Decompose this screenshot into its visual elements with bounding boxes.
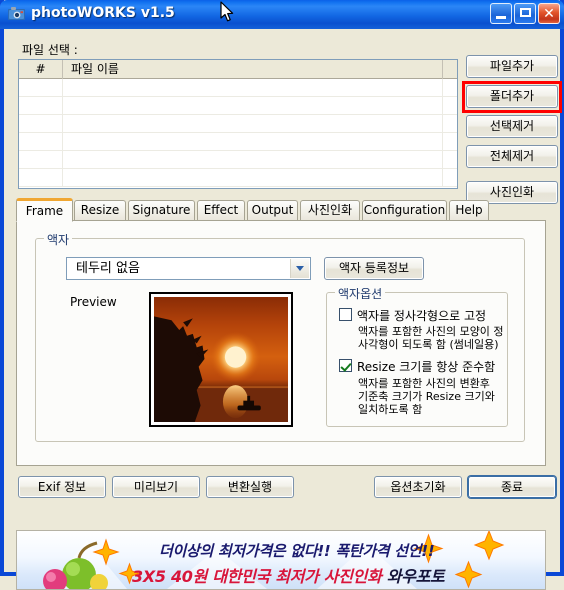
table-row[interactable] xyxy=(19,151,457,169)
remove-selected-button[interactable]: 선택제거 xyxy=(466,115,558,138)
tab-configuration[interactable]: Configuration xyxy=(362,200,447,221)
client-area: 파일 선택 : # 파일 이름 파일추가 폴더추가 선택제거 전체제거 사진인화 xyxy=(4,29,562,590)
table-row[interactable] xyxy=(19,133,457,151)
column-header-filename[interactable]: 파일 이름 xyxy=(63,60,443,79)
banner-line-2-black: 와우포토 xyxy=(386,567,445,586)
application-window: photoWORKS v1.5 ✕ 파일 선택 : # 파일 이름 파일추가 폴… xyxy=(0,0,564,590)
checkbox-unchecked-icon[interactable] xyxy=(339,308,352,321)
tab-effect[interactable]: Effect xyxy=(197,200,245,221)
table-row[interactable] xyxy=(19,97,457,115)
frame-group-title: 액자 xyxy=(44,231,73,248)
table-row[interactable] xyxy=(19,79,457,97)
always-obey-resize-description: 액자를 포함한 사진의 변환후 기준축 크기가 Resize 크기와 일치하도록… xyxy=(358,377,495,416)
tab-bar: Frame Resize Signature Effect Output 사진인… xyxy=(16,198,546,222)
add-file-button[interactable]: 파일추가 xyxy=(466,55,558,78)
camera-icon xyxy=(8,6,25,22)
title-bar[interactable]: photoWORKS v1.5 ✕ xyxy=(0,0,564,29)
remove-all-button[interactable]: 전체제거 xyxy=(466,145,558,168)
chevron-down-icon[interactable] xyxy=(290,259,309,278)
always-obey-resize-checkbox[interactable]: Resize 크기를 항상 준수함 xyxy=(339,358,495,375)
tab-resize[interactable]: Resize xyxy=(74,200,126,221)
tab-signature[interactable]: Signature xyxy=(128,200,195,221)
table-row[interactable] xyxy=(19,169,457,187)
banner-line-2-red: 3X5 40원 대한민국 최저가 사진인화 xyxy=(132,567,382,586)
minimize-button[interactable] xyxy=(490,3,512,24)
checkbox-checked-icon[interactable] xyxy=(339,359,352,372)
tab-output[interactable]: Output xyxy=(247,200,298,221)
window-title: photoWORKS v1.5 xyxy=(31,5,175,21)
close-button[interactable]: ✕ xyxy=(538,3,560,24)
frame-group: 액자 테두리 없음 액자 등록정보 Preview 액자옵션 액자를 정사각형으… xyxy=(35,231,525,442)
preview-photo xyxy=(154,297,288,422)
fix-square-frame-checkbox[interactable]: 액자를 정사각형으로 고정 xyxy=(339,307,486,324)
ad-banner[interactable]: 더이상의 최저가격은 없다!! 폭탄가격 선언!! 3X5 40원 대한민국 최… xyxy=(16,530,546,590)
file-list-header: # 파일 이름 xyxy=(19,60,457,79)
exit-button[interactable]: 종료 xyxy=(468,476,556,498)
exif-info-button[interactable]: Exif 정보 xyxy=(18,476,106,498)
fix-square-frame-description: 액자를 포함한 사진의 모양이 정 사각형이 되도록 함 (썸네일용) xyxy=(358,325,504,351)
highlight-rectangle xyxy=(462,81,562,113)
mouse-cursor xyxy=(220,1,234,26)
fix-square-frame-label: 액자를 정사각형으로 고정 xyxy=(357,309,487,323)
tab-frame[interactable]: Frame xyxy=(16,198,73,222)
frame-options-group-title: 액자옵션 xyxy=(335,285,386,302)
frame-select-value: 테두리 없음 xyxy=(76,261,140,276)
tab-photo-print[interactable]: 사진인화 xyxy=(300,200,360,221)
table-row[interactable] xyxy=(19,115,457,133)
banner-line-1: 더이상의 최저가격은 없다!! 폭탄가격 선언!! xyxy=(159,542,435,560)
file-list-rows[interactable] xyxy=(19,79,457,188)
always-obey-resize-label: Resize 크기를 항상 준수함 xyxy=(357,360,496,374)
preview-image-frame[interactable] xyxy=(149,292,293,427)
convert-button[interactable]: 변환실행 xyxy=(206,476,294,498)
tab-panel-frame: 액자 테두리 없음 액자 등록정보 Preview 액자옵션 액자를 정사각형으… xyxy=(16,220,546,466)
tab-help[interactable]: Help xyxy=(449,200,489,221)
preview-label: Preview xyxy=(70,295,117,309)
banner-line-2: 3X5 40원 대한민국 최저가 사진인화 와우포토 xyxy=(132,563,445,587)
preview-button[interactable]: 미리보기 xyxy=(112,476,200,498)
window-controls: ✕ xyxy=(490,3,560,24)
frame-info-button[interactable]: 액자 등록정보 xyxy=(324,257,424,280)
maximize-button[interactable] xyxy=(514,3,536,24)
frame-select[interactable]: 테두리 없음 xyxy=(66,257,311,280)
reset-options-button[interactable]: 옵션초기화 xyxy=(374,476,462,498)
file-select-label: 파일 선택 : xyxy=(22,43,78,57)
column-header-index[interactable]: # xyxy=(19,60,63,79)
file-list[interactable]: # 파일 이름 xyxy=(18,59,458,189)
frame-options-group: 액자옵션 액자를 정사각형으로 고정 액자를 포함한 사진의 모양이 정 사각형… xyxy=(326,285,508,427)
